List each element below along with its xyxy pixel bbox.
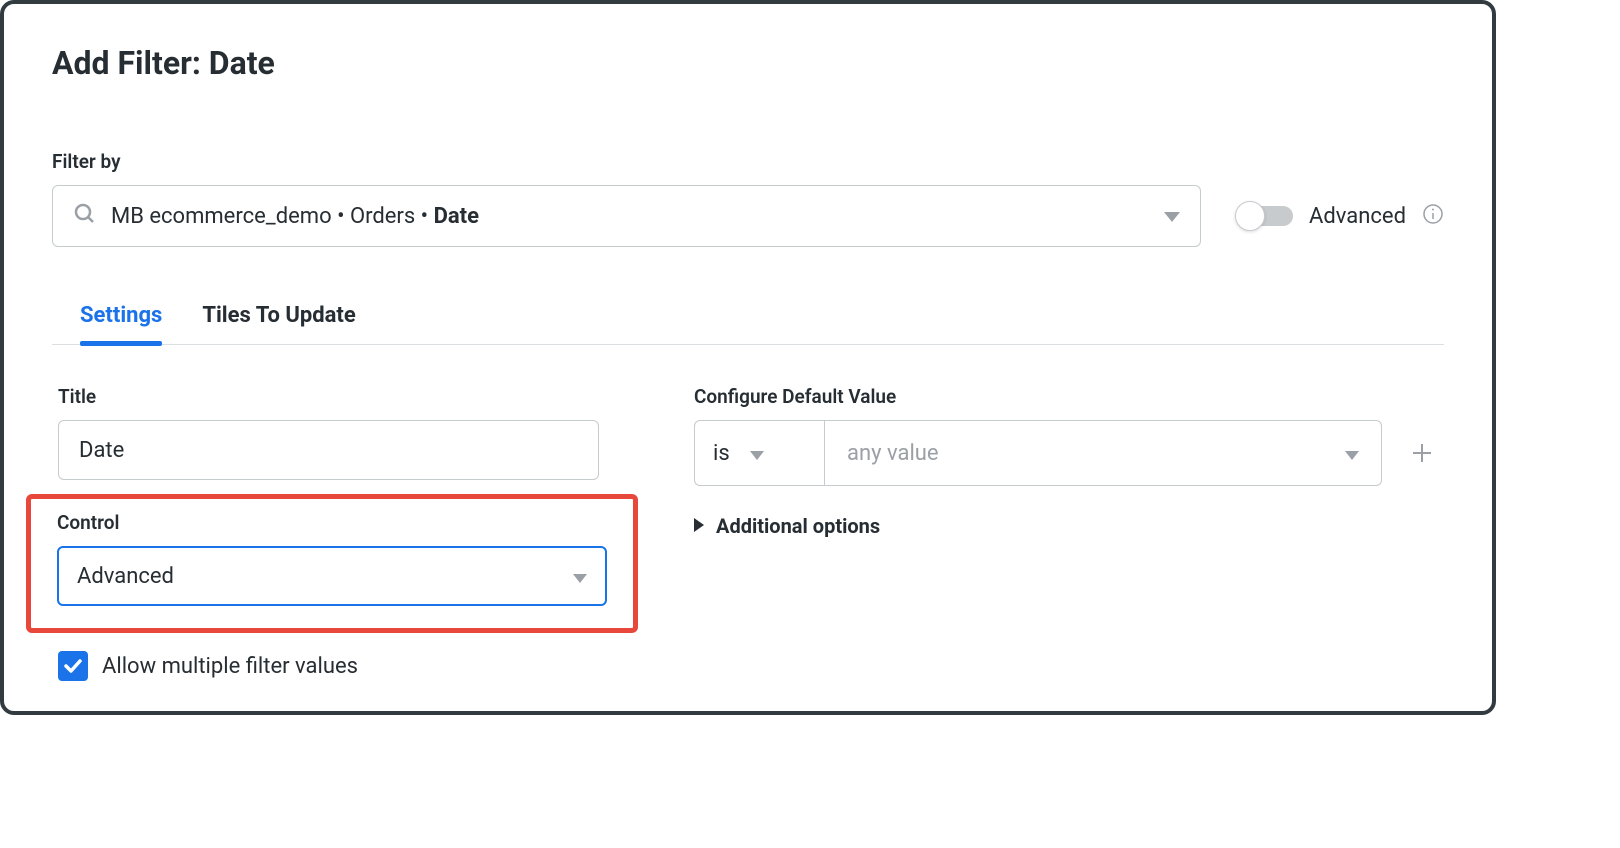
dialog-title: Add Filter: Date [52, 44, 1444, 82]
control-value: Advanced [77, 564, 174, 589]
chevron-down-icon [1164, 207, 1180, 226]
title-label: Title [58, 385, 638, 408]
additional-options-toggle[interactable]: Additional options [694, 514, 1444, 538]
settings-body: Title Control Advanced [52, 385, 1444, 681]
value-select[interactable]: any value [824, 420, 1382, 486]
additional-options-label: Additional options [716, 514, 880, 538]
caret-right-icon [694, 517, 704, 536]
control-highlight: Control Advanced [26, 494, 638, 633]
allow-multiple-row: Allow multiple filter values [58, 651, 638, 681]
condition-value: is [713, 441, 730, 466]
allow-multiple-checkbox[interactable] [58, 651, 88, 681]
tab-tiles-to-update[interactable]: Tiles To Update [202, 303, 355, 344]
settings-right-column: Configure Default Value is any value [694, 385, 1444, 681]
config-row: is any value [694, 420, 1444, 486]
toggle-knob [1235, 201, 1265, 231]
control-select[interactable]: Advanced [57, 546, 607, 606]
add-filter-dialog: Add Filter: Date Filter by MB ecommerce_… [0, 0, 1496, 715]
control-label: Control [57, 511, 607, 534]
tab-settings[interactable]: Settings [80, 303, 162, 344]
configure-default-label: Configure Default Value [694, 385, 1444, 408]
advanced-toggle[interactable] [1237, 206, 1293, 226]
filter-by-select[interactable]: MB ecommerce_demo • Orders • Date [52, 185, 1201, 247]
tabs: Settings Tiles To Update [52, 303, 1444, 345]
filter-by-path: MB ecommerce_demo • Orders • Date [111, 204, 1164, 229]
advanced-toggle-group: Advanced [1237, 203, 1444, 229]
add-condition-button[interactable] [1400, 431, 1444, 475]
condition-select[interactable]: is [694, 420, 824, 486]
search-icon [73, 202, 97, 230]
chevron-down-icon [573, 564, 587, 589]
filter-by-row: MB ecommerce_demo • Orders • Date Advanc… [52, 185, 1444, 247]
title-input[interactable] [58, 420, 599, 480]
filter-by-label: Filter by [52, 150, 1444, 173]
info-icon[interactable] [1422, 203, 1444, 229]
value-placeholder: any value [847, 441, 939, 466]
filter-by-prefix: MB ecommerce_demo • Orders • [111, 204, 434, 229]
filter-by-current: Date [434, 204, 479, 229]
advanced-toggle-label: Advanced [1309, 204, 1406, 229]
chevron-down-icon [1345, 441, 1359, 466]
settings-left-column: Title Control Advanced [52, 385, 638, 681]
allow-multiple-label: Allow multiple filter values [102, 654, 358, 679]
chevron-down-icon [750, 441, 764, 466]
